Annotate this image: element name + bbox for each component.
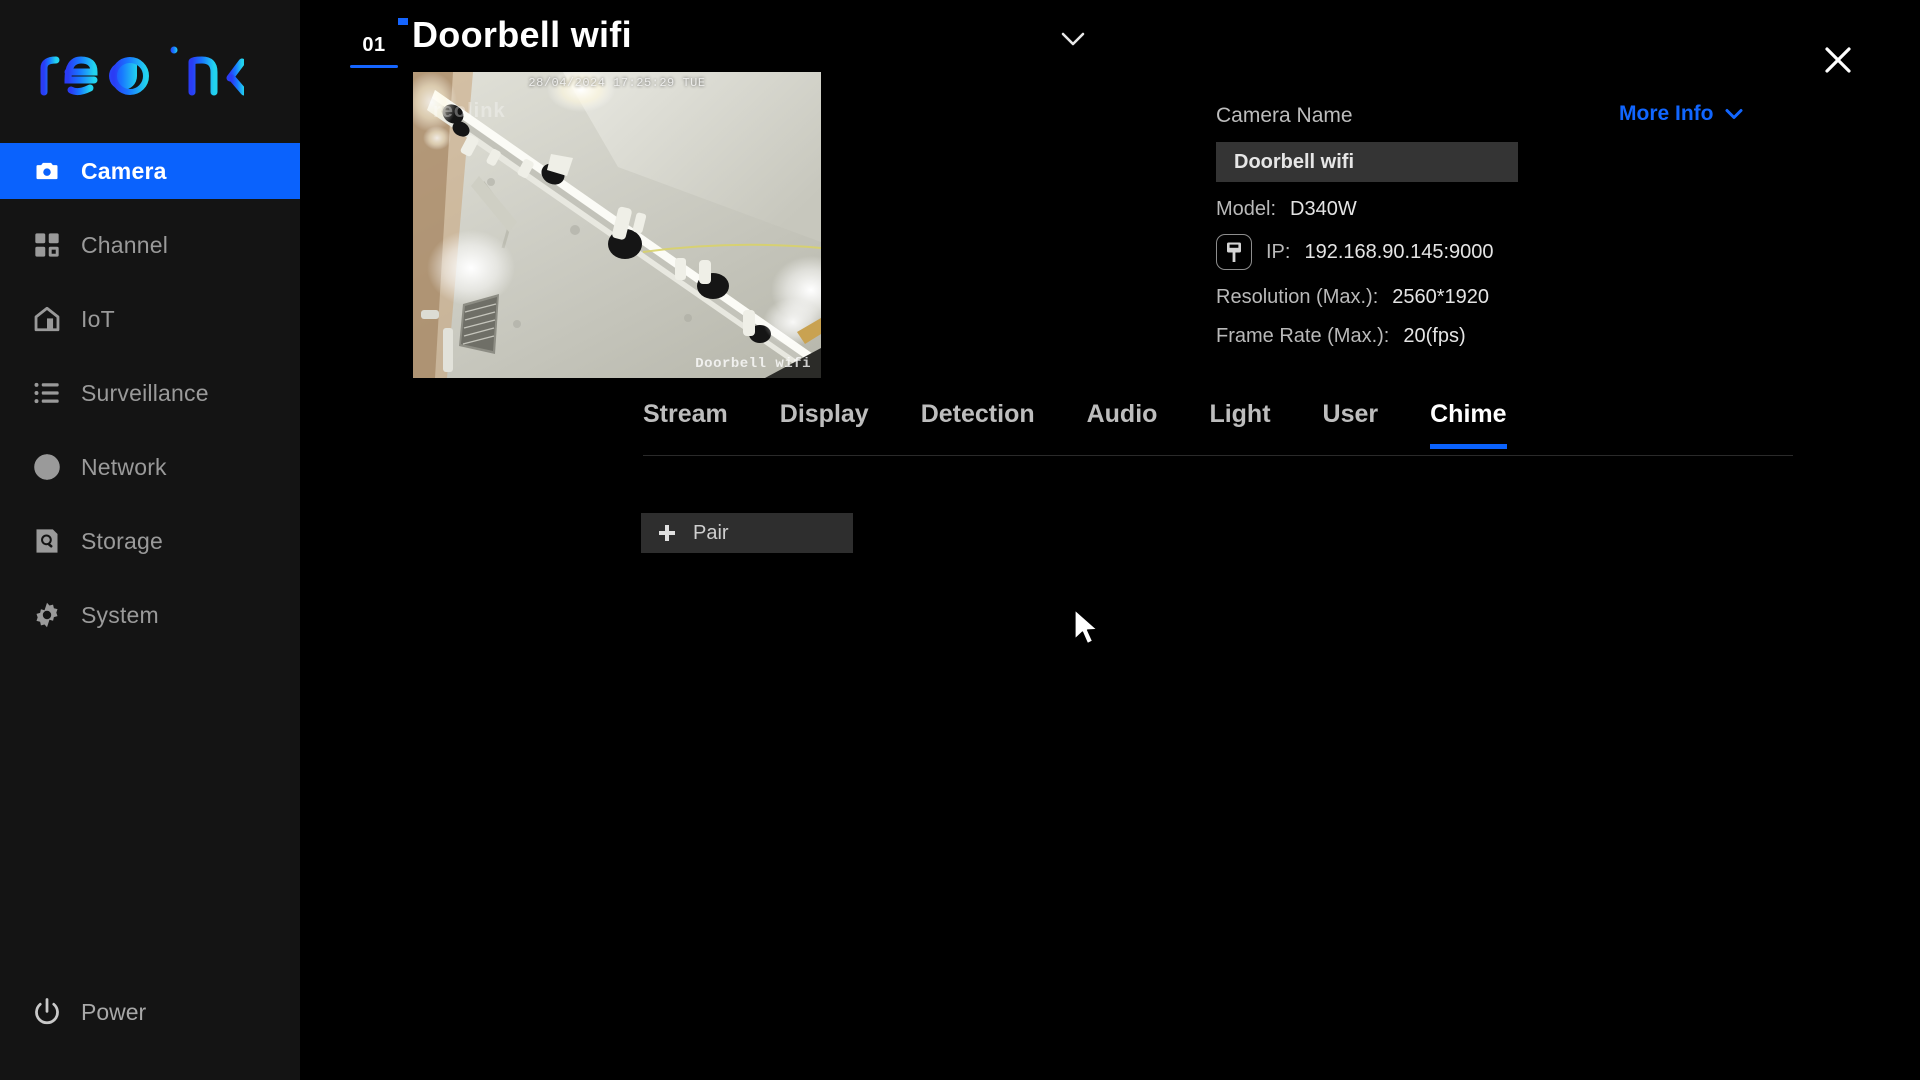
close-icon[interactable] [1818,40,1858,80]
gear-icon [30,598,64,632]
spec-value: 192.168.90.145:9000 [1304,240,1494,263]
spec-value: 20(fps) [1403,325,1466,347]
grid-icon [30,228,64,262]
tab-display[interactable]: Display [780,400,869,449]
power-button[interactable]: Power [30,995,146,1029]
spec-value: D340W [1290,198,1357,220]
sidebar-item-label: Camera [81,157,167,184]
sidebar: Camera Channel IoT Surveillance Network … [0,0,300,1080]
channel-number: 01 [362,33,386,56]
more-info-label: More Info [1619,102,1714,125]
power-label: Power [81,998,147,1025]
home-icon [30,302,64,336]
sidebar-item-surveillance[interactable]: Surveillance [0,365,300,421]
tab-stream[interactable]: Stream [643,400,728,449]
pair-button-label: Pair [693,521,729,544]
tab-label: Audio [1086,400,1158,428]
sidebar-item-system[interactable]: System [0,587,300,643]
tab-detection[interactable]: Detection [921,400,1035,449]
sidebar-item-label: Surveillance [81,379,209,406]
sidebar-item-network[interactable]: Network [0,439,300,495]
sidebar-item-label: Channel [81,231,169,258]
tab-label: User [1322,400,1379,428]
globe-icon [30,450,64,484]
camera-preview-thumbnail[interactable]: reolink 28/04/2024 17:25:29 TUE Doorbell… [413,72,821,378]
spec-row-framerate: Frame Rate (Max.): 20(fps) [1216,325,1866,348]
hard-drive-icon [30,524,64,558]
ethernet-plug-icon [1216,234,1252,270]
spec-value: 2560*1920 [1392,286,1490,308]
chevron-down-icon [1725,109,1742,119]
sidebar-item-label: System [81,601,159,628]
tab-label: Display [779,400,869,428]
tab-label: Stream [643,400,728,428]
sidebar-item-label: Network [81,453,167,480]
sidebar-item-camera[interactable]: Camera [0,143,300,199]
spec-key: Model: [1216,198,1277,220]
sidebar-item-storage[interactable]: Storage [0,513,300,569]
sidebar-item-channel[interactable]: Channel [0,217,300,273]
camera-name-input[interactable]: Doorbell wifi [1216,142,1518,182]
page-title: Doorbell wifi [412,14,632,55]
power-icon [30,995,64,1029]
spec-row-model: Model: D340W [1216,198,1866,221]
spec-key: Resolution (Max.): [1216,286,1379,308]
sidebar-item-label: IoT [81,305,115,332]
camera-name-label: Camera Name [1216,104,1353,127]
more-info-button[interactable]: More Info [1619,102,1744,126]
list-icon [30,376,64,410]
tab-divider [643,455,1793,456]
reolink-logo [34,40,244,102]
camera-icon [30,154,64,188]
mouse-cursor [1072,608,1102,648]
tab-chime[interactable]: Chime [1430,400,1507,449]
settings-tabs: Stream Display Detection Audio Light Use… [643,400,1793,456]
tab-label: Detection [920,400,1035,428]
preview-camera-name-watermark: Doorbell wifi [695,356,811,372]
pair-button[interactable]: Pair [641,513,853,553]
active-tab-indicator [1430,444,1507,449]
sidebar-item-iot[interactable]: IoT [0,291,300,347]
tab-user[interactable]: User [1323,400,1379,449]
tab-label: Chime [1430,400,1507,428]
channel-underline [350,65,398,68]
tab-light[interactable]: Light [1209,400,1270,449]
tab-audio[interactable]: Audio [1087,400,1158,449]
preview-timestamp: 28/04/2024 17:25:29 TUE [528,76,706,90]
sidebar-nav: Camera Channel IoT Surveillance Network … [0,143,300,661]
spec-key: Frame Rate (Max.): [1216,325,1390,347]
spec-key: IP: [1266,240,1291,263]
tab-label: Light [1209,400,1271,428]
chevron-down-icon[interactable] [1060,30,1086,48]
app-window: Camera Channel IoT Surveillance Network … [0,0,1920,1080]
camera-info-panel: Camera Name More Info Doorbell wifi Mode… [1216,102,1866,348]
channel-tick-marker [398,18,408,25]
channel-badge[interactable]: 01 [348,18,408,68]
plus-icon [659,525,675,541]
main-content: 01 Doorbell wifi reolink 28/04/2024 17:2… [300,0,1920,1080]
preview-logo-watermark: reolink [433,100,506,122]
spec-row-resolution: Resolution (Max.): 2560*1920 [1216,286,1866,309]
sidebar-item-label: Storage [81,527,163,554]
spec-row-ip: IP: 192.168.90.145:9000 [1216,234,1866,270]
